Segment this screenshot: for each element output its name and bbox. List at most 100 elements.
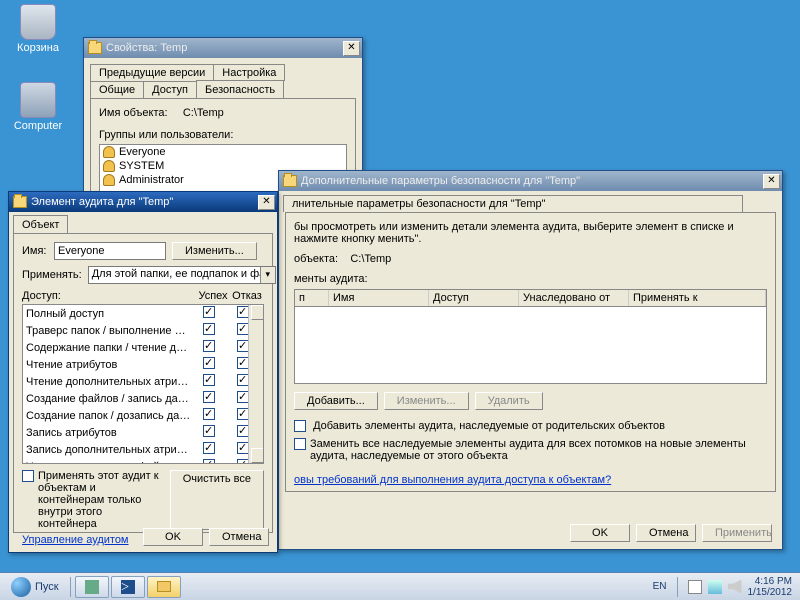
col-name[interactable]: Имя <box>329 290 429 306</box>
manage-audit-link[interactable]: Управление аудитом <box>22 534 129 546</box>
tab-sharing[interactable]: Доступ <box>143 81 197 98</box>
only-container-checkbox[interactable] <box>22 470 34 482</box>
permission-name: Чтение дополнительных атрибутов <box>26 376 192 388</box>
cancel-button[interactable]: Отмена <box>636 524 696 542</box>
col-type[interactable]: п <box>295 290 329 306</box>
folder-icon <box>283 175 297 187</box>
permission-row: Полный доступ <box>23 305 263 322</box>
permission-name: Создание папок / дозапись данных <box>26 410 192 422</box>
object-path: C:\Temp <box>183 107 224 119</box>
permission-name: Содержание папки / чтение данных <box>26 342 192 354</box>
permissions-scrollbar[interactable] <box>248 305 263 463</box>
success-checkbox[interactable] <box>203 357 215 369</box>
edit-button[interactable]: Изменить... <box>384 392 469 410</box>
clock-time: 4:16 PM <box>748 576 793 587</box>
powershell-icon: ＞ <box>121 580 135 594</box>
desktop-icon-computer[interactable]: Computer <box>8 82 68 132</box>
permission-row: Запись атрибутов <box>23 424 263 441</box>
permission-row: Запись дополнительных атрибутов <box>23 441 263 458</box>
permissions-listbox[interactable]: Полный доступ Траверс папок / выполнение … <box>22 304 264 464</box>
col-access[interactable]: Доступ <box>429 290 519 306</box>
success-checkbox[interactable] <box>203 459 215 464</box>
tab-general[interactable]: Общие <box>90 81 144 98</box>
permission-name: Полный доступ <box>26 308 192 320</box>
only-container-label: Применять этот аудит к объектам и контей… <box>38 470 164 530</box>
help-link[interactable]: овы требований для выполнения аудита дос… <box>294 474 611 486</box>
permission-row: Создание файлов / запись данных <box>23 390 263 407</box>
tab-customize[interactable]: Настройка <box>213 64 285 81</box>
success-checkbox[interactable] <box>203 374 215 386</box>
success-checkbox[interactable] <box>203 323 215 335</box>
tab-auditing-partial[interactable]: лнительные параметры безопасности для "T… <box>283 195 743 212</box>
remove-button[interactable]: Удалить <box>475 392 543 410</box>
user-row[interactable]: Everyone <box>100 145 346 159</box>
success-checkbox[interactable] <box>203 408 215 420</box>
cancel-button[interactable]: Отмена <box>209 528 269 546</box>
success-checkbox[interactable] <box>203 442 215 454</box>
add-button[interactable]: Добавить... <box>294 392 378 410</box>
taskbar-app-server-manager[interactable] <box>75 576 109 598</box>
close-button[interactable]: ✕ <box>258 195 275 210</box>
network-icon[interactable] <box>708 580 722 594</box>
column-failure: Отказ <box>230 290 264 302</box>
recycle-bin-icon <box>20 4 56 40</box>
advanced-panel: бы просмотреть или изменить детали элеме… <box>285 212 776 492</box>
permission-name: Создание файлов / запись данных <box>26 393 192 405</box>
taskbar: Пуск ＞ EN 4:16 PM 1/15/2012 <box>0 572 800 600</box>
close-button[interactable]: ✕ <box>343 41 360 56</box>
ok-button[interactable]: OK <box>570 524 630 542</box>
include-inherit-label: Добавить элементы аудита, наследуемые от… <box>313 420 665 432</box>
folder-icon <box>157 581 171 592</box>
include-inherit-checkbox[interactable] <box>294 420 306 432</box>
apply-to-value: Для этой папки, ее подпапок и файлов <box>89 267 260 283</box>
audit-title: Элемент аудита для "Temp" <box>31 196 258 208</box>
column-success: Успех <box>196 290 230 302</box>
apply-button[interactable]: Применить <box>702 524 772 542</box>
replace-children-checkbox[interactable] <box>294 438 306 450</box>
name-label: Имя: <box>22 245 48 257</box>
audit-entries-table[interactable]: п Имя Доступ Унаследовано от Применять к <box>294 289 767 384</box>
taskbar-app-explorer[interactable] <box>147 576 181 598</box>
advanced-titlebar[interactable]: Дополнительные параметры безопасности дл… <box>279 171 782 191</box>
ok-button[interactable]: OK <box>143 528 203 546</box>
audit-titlebar[interactable]: Элемент аудита для "Temp" ✕ <box>9 192 277 212</box>
apply-to-combobox[interactable]: Для этой папки, ее подпапок и файлов ▾ <box>88 266 276 284</box>
flag-icon[interactable] <box>688 580 702 594</box>
success-checkbox[interactable] <box>203 306 215 318</box>
entries-label: менты аудита: <box>294 273 767 285</box>
sound-icon[interactable] <box>728 580 742 594</box>
clear-all-button[interactable]: Очистить все <box>170 470 264 530</box>
tab-security[interactable]: Безопасность <box>196 80 284 98</box>
taskbar-clock[interactable]: 4:16 PM 1/15/2012 <box>748 576 793 598</box>
start-button[interactable]: Пуск <box>4 574 66 600</box>
clock-date: 1/15/2012 <box>748 587 793 598</box>
principal-name-field: Everyone <box>54 242 166 260</box>
permission-row: Траверс папок / выполнение файлов <box>23 322 263 339</box>
col-apply[interactable]: Применять к <box>629 290 766 306</box>
change-principal-button[interactable]: Изменить... <box>172 242 257 260</box>
permission-row: Создание папок / дозапись данных <box>23 407 263 424</box>
tab-object[interactable]: Объект <box>13 215 68 233</box>
tab-previous-versions[interactable]: Предыдущие версии <box>90 64 214 81</box>
advanced-title: Дополнительные параметры безопасности дл… <box>301 175 763 187</box>
access-header-label: Доступ: <box>22 290 196 302</box>
permission-name: Удаление подпапок и файлов <box>26 461 192 465</box>
permission-name: Чтение атрибутов <box>26 359 192 371</box>
success-checkbox[interactable] <box>203 340 215 352</box>
permission-row: Удаление подпапок и файлов <box>23 458 263 464</box>
properties-titlebar[interactable]: Свойства: Temp ✕ <box>84 38 362 58</box>
groups-label: Группы или пользователи: <box>99 129 347 141</box>
success-checkbox[interactable] <box>203 425 215 437</box>
col-inherited[interactable]: Унаследовано от <box>519 290 629 306</box>
server-icon <box>85 580 99 594</box>
recycle-bin-label: Корзина <box>8 42 68 54</box>
close-button[interactable]: ✕ <box>763 174 780 189</box>
taskbar-app-powershell[interactable]: ＞ <box>111 576 145 598</box>
audit-panel: Имя: Everyone Изменить... Применять: Для… <box>13 233 273 533</box>
computer-label: Computer <box>8 120 68 132</box>
desktop-icon-recycle-bin[interactable]: Корзина <box>8 4 68 54</box>
permission-row: Содержание папки / чтение данных <box>23 339 263 356</box>
obj-path: C:\Temp <box>350 253 391 265</box>
success-checkbox[interactable] <box>203 391 215 403</box>
language-indicator[interactable]: EN <box>653 581 667 592</box>
